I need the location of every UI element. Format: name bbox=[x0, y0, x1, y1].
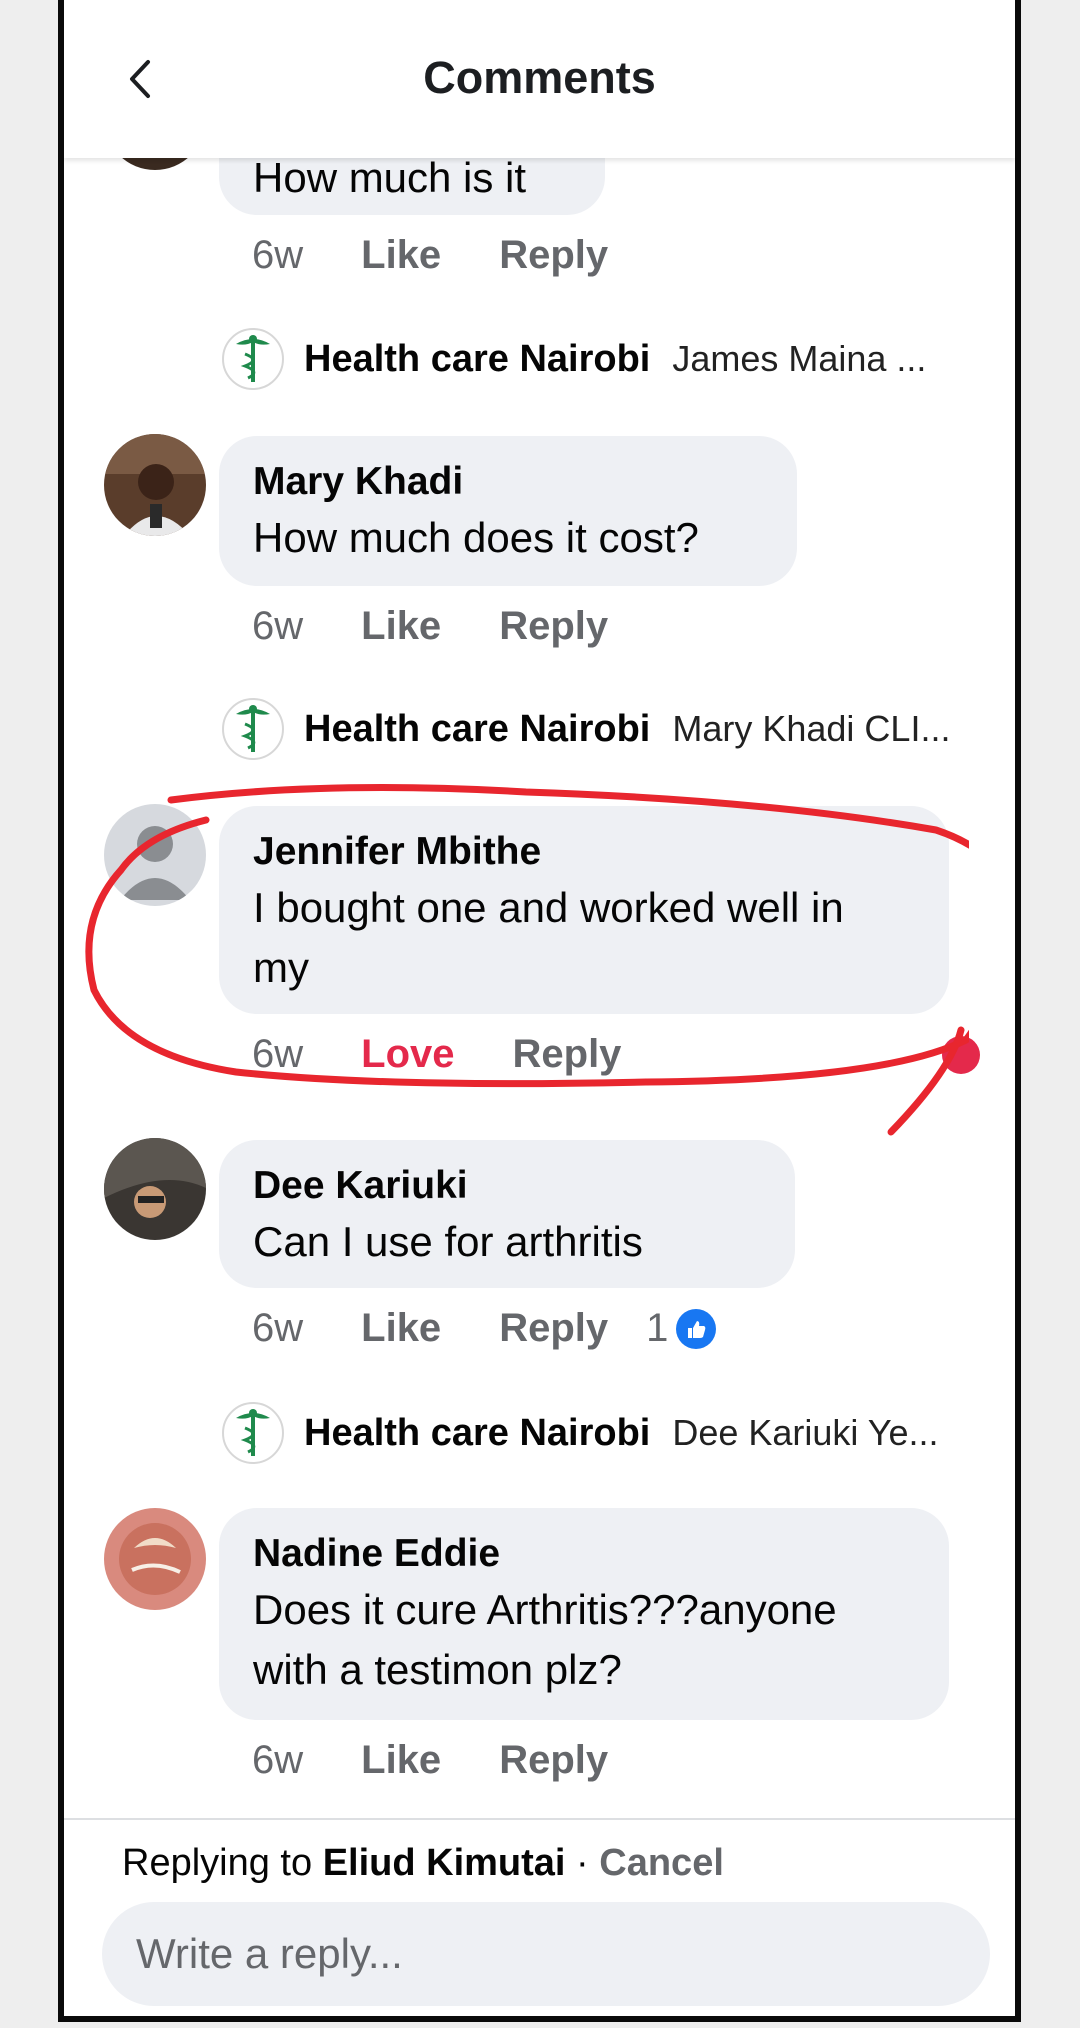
commenter-name[interactable]: Jennifer Mbithe bbox=[253, 826, 915, 878]
comment-time: 6w bbox=[252, 1032, 304, 1076]
love-button[interactable]: Love bbox=[361, 1032, 454, 1077]
comment-time: 6w bbox=[252, 604, 304, 648]
replying-separator: · bbox=[565, 1842, 600, 1884]
comment-bubble: Nadine Eddie Does it cure Arthritis???an… bbox=[219, 1508, 949, 1720]
comment-actions: 6w Love Reply bbox=[252, 1032, 621, 1077]
avatar[interactable] bbox=[104, 1138, 206, 1240]
reply-input[interactable] bbox=[102, 1902, 990, 2006]
app-header: Comments bbox=[64, 0, 1015, 158]
comment-text: How much does it cost? bbox=[253, 514, 699, 561]
comment-time: 6w bbox=[252, 1738, 304, 1782]
phone-screen: How much is it 6w Like Reply Health care… bbox=[58, 0, 1021, 2022]
page-reply-name[interactable]: Health care Nairobi bbox=[304, 338, 650, 381]
comment-bubble: Jennifer Mbithe I bought one and worked … bbox=[219, 806, 949, 1014]
replying-prefix: Replying to bbox=[122, 1842, 313, 1884]
page-reply-preview: James Maina ... bbox=[672, 338, 927, 379]
page-reply-preview: Mary Khadi CLI... bbox=[672, 708, 951, 749]
comments-list: How much is it 6w Like Reply Health care… bbox=[64, 0, 1015, 1818]
comment-time: 6w bbox=[252, 233, 304, 277]
comment-time: 6w bbox=[252, 1306, 304, 1350]
reply-button[interactable]: Reply bbox=[499, 1738, 608, 1783]
reply-button[interactable]: Reply bbox=[513, 1032, 622, 1077]
commenter-name[interactable]: Mary Khadi bbox=[253, 456, 763, 508]
comment-bubble: Mary Khadi How much does it cost? bbox=[219, 436, 797, 586]
page-reply-row[interactable]: Health care Nairobi Mary Khadi CLI... bbox=[222, 698, 950, 760]
page-reply-name[interactable]: Health care Nairobi bbox=[304, 1412, 650, 1455]
reaction-count[interactable]: 1 bbox=[646, 1306, 717, 1351]
caduceus-logo-icon bbox=[222, 328, 284, 390]
replying-to-label: Replying to Eliud Kimutai · Cancel bbox=[122, 1842, 724, 1885]
comment-actions: 6w Like Reply bbox=[252, 233, 608, 278]
comment-actions: 6w Like Reply bbox=[252, 604, 608, 649]
like-button[interactable]: Like bbox=[361, 1306, 441, 1351]
reply-button[interactable]: Reply bbox=[499, 233, 608, 278]
like-reaction-icon bbox=[676, 1308, 717, 1349]
page-reply-row[interactable]: Health care Nairobi James Maina ... bbox=[222, 328, 926, 390]
replying-to-name[interactable]: Eliud Kimutai bbox=[323, 1842, 566, 1884]
commenter-name[interactable]: Dee Kariuki bbox=[253, 1160, 761, 1212]
reply-button[interactable]: Reply bbox=[499, 1306, 608, 1351]
avatar[interactable] bbox=[104, 1508, 206, 1610]
reply-button[interactable]: Reply bbox=[499, 604, 608, 649]
caduceus-logo-icon bbox=[222, 698, 284, 760]
comment-text-line: I bought one and worked well in bbox=[253, 884, 844, 931]
avatar[interactable] bbox=[104, 434, 206, 536]
avatar[interactable] bbox=[104, 804, 206, 906]
reaction-count-value: 1 bbox=[646, 1306, 669, 1350]
cancel-reply-button[interactable]: Cancel bbox=[599, 1842, 724, 1884]
comment-actions: 6w Like Reply bbox=[252, 1738, 608, 1783]
comment-text-line: with a testimon plz? bbox=[253, 1646, 622, 1693]
page-title: Comments bbox=[423, 52, 656, 103]
caduceus-logo-icon bbox=[222, 1402, 284, 1464]
like-button[interactable]: Like bbox=[361, 604, 441, 649]
page-reply-preview: Dee Kariuki Ye... bbox=[672, 1412, 939, 1453]
like-button[interactable]: Like bbox=[361, 233, 441, 278]
page-reply-name[interactable]: Health care Nairobi bbox=[304, 708, 650, 751]
comment-text-line: my bbox=[253, 944, 309, 991]
comment-bubble: Dee Kariuki Can I use for arthritis bbox=[219, 1140, 795, 1288]
love-reaction-icon[interactable] bbox=[942, 1036, 980, 1074]
comment-actions: 6w Like Reply 1 bbox=[252, 1306, 717, 1351]
reply-composer: Replying to Eliud Kimutai · Cancel bbox=[64, 1818, 1015, 2016]
comment-text-line: Does it cure Arthritis???anyone bbox=[253, 1586, 837, 1633]
page-reply-row[interactable]: Health care Nairobi Dee Kariuki Ye... bbox=[222, 1402, 939, 1464]
commenter-name[interactable]: Nadine Eddie bbox=[253, 1528, 915, 1580]
comment-text: Can I use for arthritis bbox=[253, 1218, 643, 1265]
like-button[interactable]: Like bbox=[361, 1738, 441, 1783]
